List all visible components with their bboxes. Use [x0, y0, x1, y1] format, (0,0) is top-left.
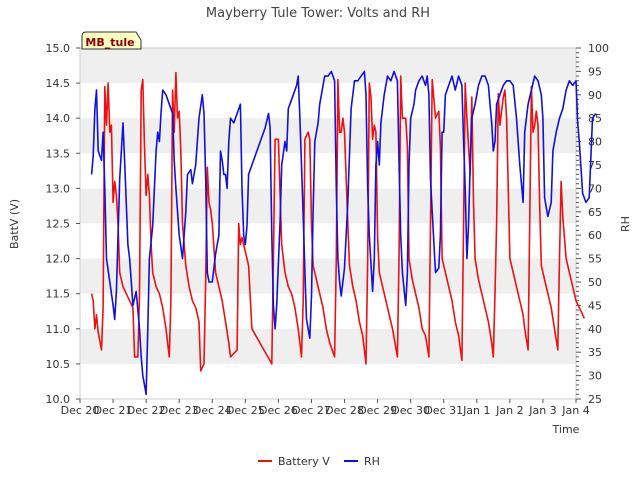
y-right-tick-label: 50: [588, 276, 602, 289]
grid-band: [80, 258, 576, 294]
chart: 10.010.511.011.512.012.513.013.514.014.5…: [0, 0, 640, 480]
x-tick-label: Jan 4: [561, 404, 589, 417]
y-left-tick-label: 11.0: [46, 323, 71, 336]
grid-band: [80, 48, 576, 84]
y-left-tick-label: 12.0: [46, 253, 71, 266]
y-axis-left-label: BattV (V): [8, 199, 21, 249]
x-tick-label: Jan 1: [462, 404, 490, 417]
y-right-tick-label: 25: [588, 393, 602, 406]
y-right-tick-label: 45: [588, 299, 602, 312]
y-right-tick-label: 30: [588, 370, 602, 383]
y-left-tick-label: 10.5: [46, 358, 71, 371]
y-right-tick-label: 90: [588, 89, 602, 102]
x-tick-label: Jan 3: [528, 404, 556, 417]
chart-title: Mayberry Tule Tower: Volts and RH: [206, 6, 430, 21]
y-right-tick-label: 60: [588, 229, 602, 242]
y-right-tick-label: 40: [588, 323, 602, 336]
y-left-tick-label: 14.0: [46, 112, 71, 125]
y-left-tick-label: 11.5: [46, 288, 71, 301]
y-left-tick-label: 13.5: [46, 147, 71, 160]
y-left-tick-label: 12.5: [46, 218, 71, 231]
x-tick-label: Jan 2: [495, 404, 523, 417]
site-badge-label: MB_tule: [85, 36, 134, 49]
y-right-tick-label: 100: [588, 42, 609, 55]
y-right-tick-label: 35: [588, 346, 602, 359]
y-right-tick-label: 80: [588, 136, 602, 149]
y-axis-right-label: RH: [619, 216, 632, 232]
y-left-tick-label: 14.5: [46, 77, 71, 90]
y-right-tick-label: 65: [588, 206, 602, 219]
legend-rh-label: RH: [364, 455, 380, 468]
y-left-tick-label: 15.0: [46, 42, 71, 55]
x-axis-label: Time: [552, 423, 580, 436]
x-tick-label: Dec 31: [424, 404, 463, 417]
y-right-tick-label: 55: [588, 253, 602, 266]
site-badge: MB_tule: [81, 31, 142, 50]
y-right-tick-label: 95: [588, 65, 602, 78]
legend-battery-label: Battery V: [278, 455, 330, 468]
grid-band: [80, 118, 576, 154]
y-left-tick-label: 13.0: [46, 182, 71, 195]
